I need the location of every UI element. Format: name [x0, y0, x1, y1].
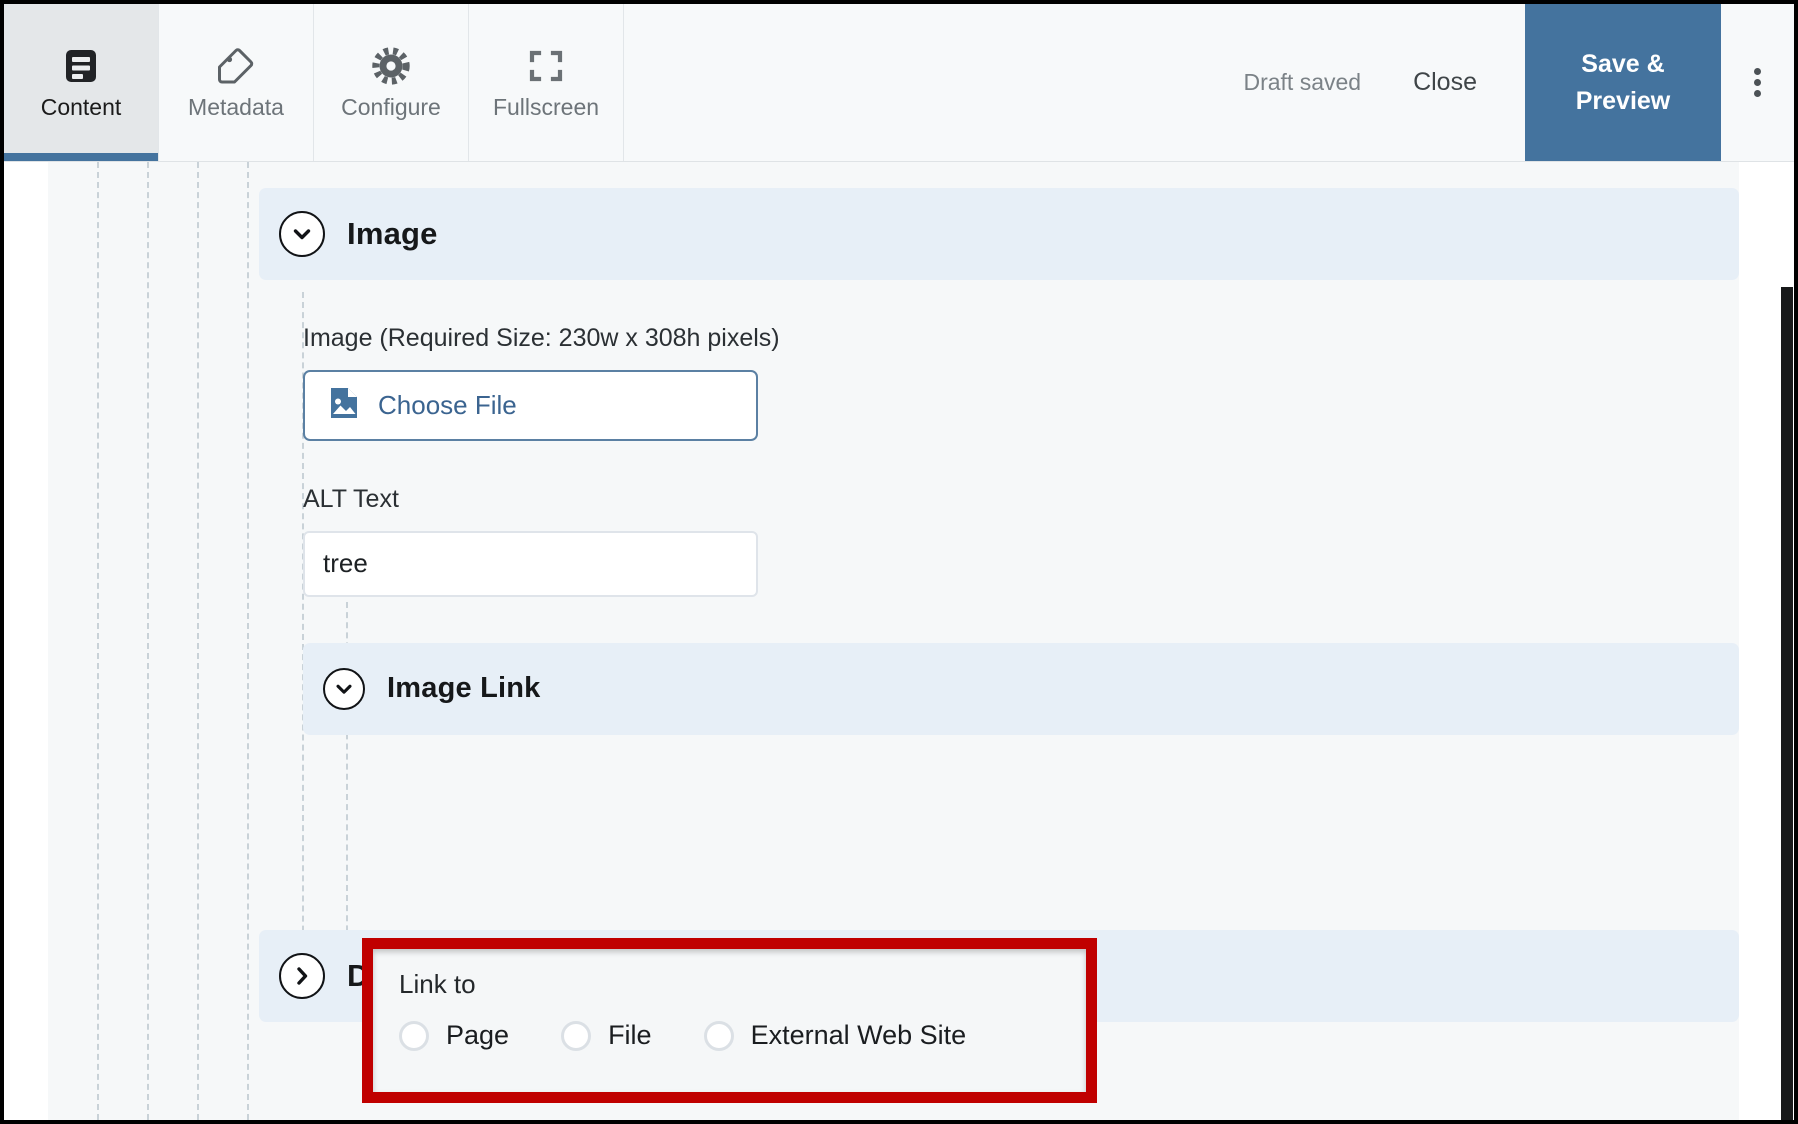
overflow-menu-button[interactable] [1721, 4, 1794, 161]
radio-button-icon[interactable] [561, 1020, 592, 1051]
fullscreen-icon [528, 46, 564, 86]
chevron-down-icon[interactable] [323, 667, 365, 710]
layout-guide-line [147, 162, 149, 1120]
chevron-down-icon[interactable] [279, 211, 325, 257]
tab-fullscreen-label: Fullscreen [492, 94, 600, 120]
radio-option-file[interactable]: File [561, 1020, 652, 1051]
scrollbar-thumb[interactable] [1781, 287, 1793, 1120]
canvas-left-gutter [4, 162, 48, 1120]
kebab-menu-icon [1754, 64, 1761, 101]
tab-fullscreen[interactable]: Fullscreen [469, 4, 624, 161]
choose-file-label: Choose File [378, 389, 517, 420]
tab-content-label: Content [40, 94, 122, 120]
chevron-right-icon[interactable] [279, 952, 325, 999]
image-file-icon [327, 386, 361, 425]
gear-icon [372, 46, 410, 86]
editor-canvas: Image Image (Required Size: 230w x 308h … [4, 162, 1794, 1120]
section-header-image[interactable]: Image [259, 188, 1739, 280]
link-to-highlight-callout: Link to Page File External Web Site [362, 938, 1097, 1103]
image-field-label: Image (Required Size: 230w x 308h pixels… [303, 324, 780, 352]
tab-configure[interactable]: Configure [314, 4, 469, 161]
layout-guide-line [197, 162, 199, 1120]
alt-text-input[interactable] [303, 530, 758, 597]
link-to-label: Link to [399, 969, 476, 999]
link-to-radio-group: Page File External Web Site [399, 1020, 1086, 1051]
alt-text-label: ALT Text [303, 484, 399, 513]
tab-content[interactable]: Content [4, 4, 159, 161]
draft-saved-status: Draft saved [1243, 69, 1362, 95]
section-title-image-link: Image Link [387, 672, 541, 704]
content-form: Image Image (Required Size: 230w x 308h … [259, 188, 1739, 1022]
choose-file-button[interactable]: Choose File [303, 369, 758, 441]
layout-guide-line [247, 162, 249, 1120]
tab-configure-label: Configure [341, 94, 441, 120]
radio-option-external-web-site-label: External Web Site [750, 1020, 967, 1050]
editor-window: Content Metadata Configure Fullscreen Dr… [0, 0, 1798, 1124]
layout-guide-line [97, 162, 99, 1120]
editor-toolbar: Content Metadata Configure Fullscreen Dr… [4, 4, 1794, 162]
section-title-image: Image [347, 216, 438, 251]
alt-text-field: ALT Text [259, 441, 1739, 597]
radio-button-icon[interactable] [703, 1020, 734, 1051]
vertical-scrollbar[interactable] [1780, 162, 1794, 1120]
close-button[interactable]: Close [1413, 68, 1477, 97]
content-icon [61, 46, 101, 86]
radio-option-page-label: Page [446, 1020, 510, 1050]
radio-option-page[interactable]: Page [399, 1020, 509, 1051]
image-upload-field: Image (Required Size: 230w x 308h pixels… [259, 280, 1739, 441]
save-and-preview-button[interactable]: Save & Preview [1525, 4, 1721, 161]
radio-option-external-web-site[interactable]: External Web Site [703, 1020, 967, 1051]
tag-icon [216, 46, 256, 86]
save-preview-line1: Save & [1581, 50, 1665, 79]
tab-metadata[interactable]: Metadata [159, 4, 314, 161]
radio-button-icon[interactable] [399, 1020, 429, 1051]
tab-metadata-label: Metadata [188, 94, 284, 120]
section-header-image-link[interactable]: Image Link [303, 642, 1739, 735]
radio-option-file-label: File [608, 1020, 652, 1050]
save-preview-line2: Preview [1575, 86, 1671, 115]
